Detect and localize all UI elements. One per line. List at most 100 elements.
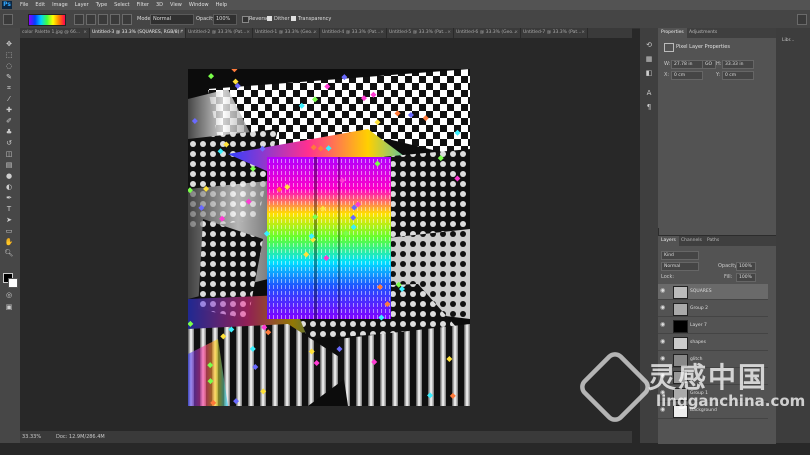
width-field[interactable]: 27.78 in <box>671 60 703 69</box>
styles-icon[interactable]: ◧ <box>644 68 654 78</box>
tab-paths[interactable]: Paths <box>704 236 722 246</box>
healing-brush-tool-icon[interactable]: ✚ <box>4 106 14 115</box>
reflected-gradient-button[interactable] <box>110 14 120 25</box>
blend-mode-select[interactable]: Normal <box>661 262 699 271</box>
document-tab-label: Untitled-7 @ 33.3% (Pat... <box>523 30 582 35</box>
dither-checkbox[interactable] <box>267 16 272 21</box>
tab-layers[interactable]: Layers <box>658 236 679 246</box>
shape-tool-icon[interactable]: ▭ <box>4 227 14 236</box>
layer-row[interactable]: ◉ SQUARES <box>658 284 768 300</box>
menu-select[interactable]: Select <box>114 2 129 8</box>
zoom-tool-icon[interactable]: 🔍︎ <box>4 249 14 258</box>
tab-adjustments[interactable]: Adjustments <box>686 28 720 38</box>
close-tab-icon[interactable]: × <box>83 28 87 38</box>
close-tab-icon[interactable]: × <box>179 28 183 38</box>
close-tab-icon[interactable]: × <box>380 28 384 38</box>
fill-field[interactable]: 100% <box>736 273 756 282</box>
libraries-button[interactable]: Libr... <box>782 38 794 43</box>
menu-layer[interactable]: Layer <box>75 2 89 8</box>
character-icon[interactable]: A <box>644 88 654 98</box>
document-tab[interactable]: Untitled-1 @ 33.3% (Geo... × <box>253 28 320 38</box>
crop-tool-icon[interactable]: ⌗ <box>4 84 14 93</box>
menu-edit[interactable]: Edit <box>35 2 45 8</box>
angle-gradient-button[interactable] <box>98 14 108 25</box>
menu-image[interactable]: Image <box>52 2 68 8</box>
diamond-gradient-button[interactable] <box>122 14 132 25</box>
layer-filter-select[interactable]: Kind <box>661 251 699 260</box>
document-tab[interactable]: Untitled-7 @ 33.3% (Pat... × <box>521 28 588 38</box>
layer-row[interactable]: ◉ shapes <box>658 335 768 351</box>
transparency-checkbox[interactable] <box>291 16 296 21</box>
height-field[interactable]: 33.33 in <box>722 60 754 69</box>
zoom-level[interactable]: 33.33% <box>22 434 41 440</box>
menu-view[interactable]: View <box>170 2 182 8</box>
w-label: W: <box>664 61 671 67</box>
dodge-tool-icon[interactable]: ◐ <box>4 183 14 192</box>
opacity-field[interactable]: 100% <box>213 14 237 25</box>
y-field[interactable]: 0 cm <box>722 71 754 80</box>
layer-opacity-field[interactable]: 100% <box>736 262 756 271</box>
marquee-tool-icon[interactable]: ⬚ <box>4 51 14 60</box>
close-tab-icon[interactable]: × <box>447 28 451 38</box>
gradient-tool-icon[interactable]: ▤ <box>4 161 14 170</box>
quick-mask-icon[interactable]: ◎ <box>4 291 14 300</box>
document-tab[interactable]: Untitled-3 @ 33.3% (SQUARES, RGB/8) * × <box>90 28 186 38</box>
menu-3d[interactable]: 3D <box>156 2 163 8</box>
quick-select-tool-icon[interactable]: ✎ <box>4 73 14 82</box>
document-tab[interactable]: Untitled-6 @ 33.3% (Geo... × <box>454 28 521 38</box>
document-tab[interactable]: Untitled-2 @ 33.3% (Pat... × <box>186 28 253 38</box>
eraser-tool-icon[interactable]: ◫ <box>4 150 14 159</box>
layer-thumbnail <box>673 320 688 333</box>
close-tab-icon[interactable]: × <box>313 28 317 38</box>
document-tab-label: Untitled-3 @ 33.3% (SQUARES, RGB/8) * <box>92 30 184 35</box>
properties-header: Properties Adjustments <box>658 28 776 38</box>
document-tab[interactable]: color Palette 1.jpg @ 66... × <box>20 28 90 38</box>
fill-label: Fill: <box>724 274 733 280</box>
linear-gradient-button[interactable] <box>74 14 84 25</box>
visibility-eye-icon[interactable]: ◉ <box>660 288 667 294</box>
mode-select[interactable]: Normal <box>150 14 194 25</box>
history-icon[interactable]: ⟲ <box>644 40 654 50</box>
document-tab[interactable]: Untitled-5 @ 33.3% (Pat... × <box>387 28 454 38</box>
visibility-eye-icon[interactable]: ◉ <box>660 339 667 345</box>
eyedropper-tool-icon[interactable]: ⁄ <box>4 95 14 104</box>
menu-type[interactable]: Type <box>96 2 107 8</box>
tool-preset-picker[interactable] <box>3 14 13 25</box>
swatches-icon[interactable]: ▦ <box>644 54 654 64</box>
clone-stamp-tool-icon[interactable]: ♣ <box>4 128 14 137</box>
hand-tool-icon[interactable]: ✋ <box>4 238 14 247</box>
menu-filter[interactable]: Filter <box>137 2 149 8</box>
radial-gradient-button[interactable] <box>86 14 96 25</box>
document-canvas[interactable] <box>188 69 470 406</box>
link-button[interactable]: GO <box>702 60 716 69</box>
menu-help[interactable]: Help <box>216 2 227 8</box>
brush-tool-icon[interactable]: ✐ <box>4 117 14 126</box>
gradient-picker[interactable] <box>28 14 66 26</box>
visibility-eye-icon[interactable]: ◉ <box>660 322 667 328</box>
menu-file[interactable]: File <box>20 2 28 8</box>
layer-row[interactable]: ◉ Layer 7 <box>658 318 768 334</box>
close-tab-icon[interactable]: × <box>514 28 518 38</box>
menu-window[interactable]: Window <box>189 2 209 8</box>
visibility-eye-icon[interactable]: ◉ <box>660 305 667 311</box>
tab-channels[interactable]: Channels <box>678 236 705 246</box>
move-tool-icon[interactable]: ✥ <box>4 40 14 49</box>
background-color-swatch[interactable] <box>8 278 18 288</box>
document-tab[interactable]: Untitled-4 @ 33.3% (Pat... × <box>320 28 387 38</box>
blur-tool-icon[interactable]: ● <box>4 172 14 181</box>
close-tab-icon[interactable]: × <box>581 28 585 38</box>
pen-tool-icon[interactable]: ✒ <box>4 194 14 203</box>
type-tool-icon[interactable]: T <box>4 205 14 214</box>
tab-properties[interactable]: Properties <box>658 28 687 38</box>
reverse-checkbox[interactable] <box>242 16 249 23</box>
history-brush-tool-icon[interactable]: ↺ <box>4 139 14 148</box>
x-field[interactable]: 0 cm <box>671 71 703 80</box>
path-selection-tool-icon[interactable]: ➤ <box>4 216 14 225</box>
lasso-tool-icon[interactable]: ◌ <box>4 62 14 71</box>
layer-row[interactable]: ◉ Group 2 <box>658 301 768 317</box>
paragraph-icon[interactable]: ¶ <box>644 102 654 112</box>
workspace-switcher[interactable] <box>797 14 807 25</box>
close-tab-icon[interactable]: × <box>246 28 250 38</box>
menu-items: File Edit Image Layer Type Select Filter 3D View… <box>20 0 227 10</box>
screen-mode-icon[interactable]: ▣ <box>4 303 14 312</box>
